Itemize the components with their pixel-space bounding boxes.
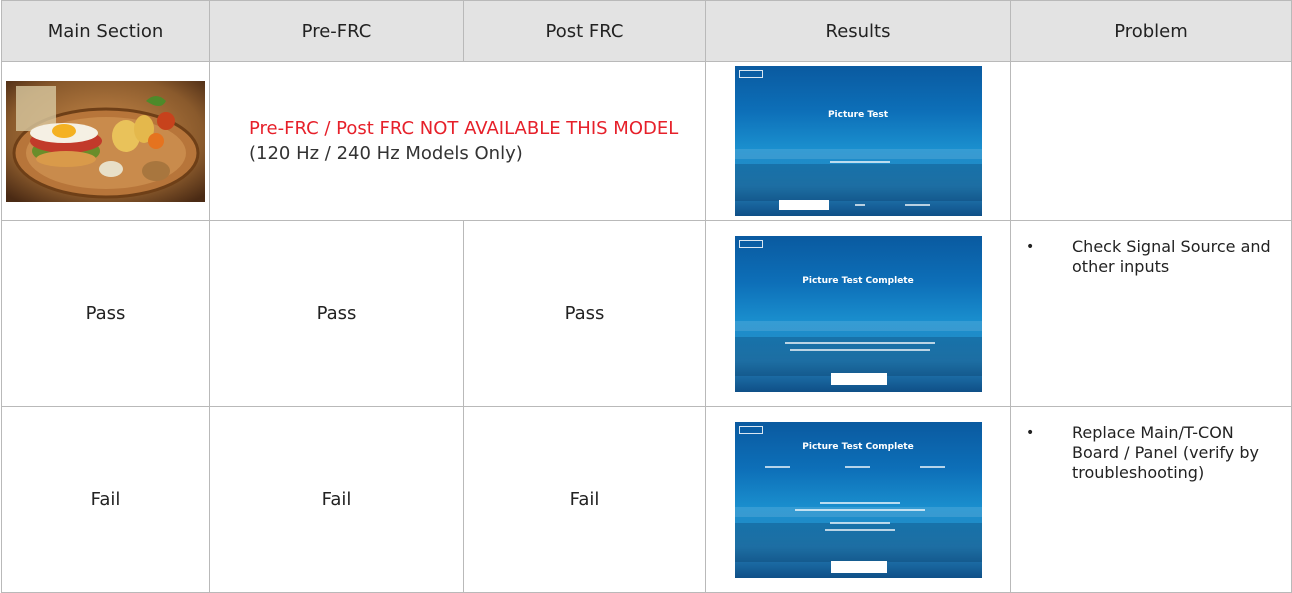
pre-frc-pass: Pass	[209, 220, 464, 407]
results-cell: Picture Test Complete	[705, 220, 1011, 407]
tv-close-button	[830, 560, 887, 573]
header-problem: Problem	[1010, 0, 1292, 62]
bullet-marker: •	[1026, 425, 1035, 441]
header-main-section: Main Section	[1, 0, 210, 62]
tv-message-line	[784, 341, 935, 344]
tv-yes-button	[778, 200, 829, 210]
results-cell: Picture Test	[705, 61, 1011, 221]
table-row: Fail Fail Fail Picture Test Complete • R…	[1, 406, 1292, 593]
tv-result-item	[919, 465, 945, 468]
tv-close-button	[830, 372, 887, 385]
tv-screen-title: Picture Test Complete	[802, 441, 914, 452]
header-post-frc: Post FRC	[463, 0, 706, 62]
tv-show-again-option	[904, 204, 930, 206]
table-row: Pass Pass Pass Picture Test Complete • C…	[1, 220, 1292, 407]
food-test-image	[6, 80, 205, 202]
results-cell: Picture Test Complete	[705, 406, 1011, 593]
frc-not-available-note: Pre-FRC / Post FRC NOT AVAILABLE THIS MO…	[209, 61, 706, 221]
table-row: Pre-FRC / Post FRC NOT AVAILABLE THIS MO…	[1, 61, 1292, 221]
header-pre-frc: Pre-FRC	[209, 0, 464, 62]
frc-models-text: (120 Hz / 240 Hz Models Only)	[249, 143, 523, 164]
tv-brand-tag	[738, 425, 763, 434]
problem-cell: • Replace Main/T-CON Board / Panel (veri…	[1010, 406, 1292, 593]
header-results: Results	[705, 0, 1011, 62]
tv-message-line	[794, 508, 925, 511]
problem-cell: • Check Signal Source and other inputs	[1010, 220, 1292, 407]
tv-screen-title: Picture Test	[827, 110, 889, 120]
problem-bullet: • Check Signal Source and other inputs	[1026, 237, 1281, 277]
header-row: Main Section Pre-FRC Post FRC Results Pr…	[1, 0, 1292, 62]
tv-no-option	[854, 204, 865, 206]
problem-bullet: • Replace Main/T-CON Board / Panel (veri…	[1026, 423, 1281, 483]
main-section-cell	[1, 61, 210, 221]
tv-brand-tag	[738, 70, 763, 78]
tv-software-line	[824, 528, 895, 531]
pre-frc-fail: Fail	[209, 406, 464, 593]
problem-cell-empty	[1010, 61, 1292, 221]
picture-test-complete-screenshot: Picture Test Complete	[734, 235, 982, 392]
tv-model-line	[829, 521, 890, 524]
picture-test-screenshot: Picture Test	[734, 66, 982, 216]
post-frc-fail: Fail	[463, 406, 706, 593]
problem-text: Check Signal Source and other inputs	[1072, 237, 1271, 276]
frc-warning-text: Pre-FRC / Post FRC NOT AVAILABLE THIS MO…	[249, 118, 679, 139]
picture-test-complete-fail-screenshot: Picture Test Complete	[734, 421, 982, 578]
tv-screen-title: Picture Test Complete	[802, 275, 914, 286]
problem-text: Replace Main/T-CON Board / Panel (verify…	[1072, 423, 1259, 482]
bullet-marker: •	[1026, 239, 1035, 255]
tv-result-item	[844, 465, 870, 468]
tv-prompt-text	[829, 161, 890, 163]
tv-brand-tag	[738, 239, 763, 248]
main-section-fail: Fail	[1, 406, 210, 593]
tv-message-line	[789, 348, 930, 351]
main-section-pass: Pass	[1, 220, 210, 407]
tv-message-line	[819, 501, 900, 504]
troubleshooting-table: Main Section Pre-FRC Post FRC Results Pr…	[1, 0, 1292, 593]
post-frc-pass: Pass	[463, 220, 706, 407]
tv-result-item	[764, 465, 790, 468]
